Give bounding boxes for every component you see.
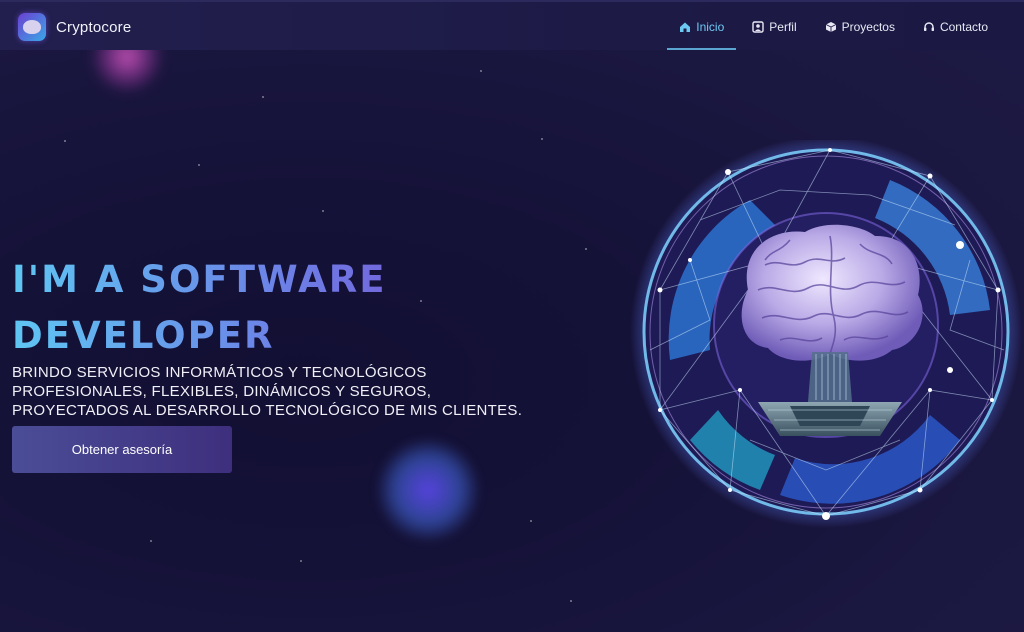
nav-item-label: Contacto	[939, 20, 988, 34]
get-advice-button[interactable]: Obtener asesoría	[12, 426, 232, 473]
nav-item-contacto[interactable]: Contacto	[909, 2, 1002, 52]
brand[interactable]: Cryptocore	[18, 13, 131, 41]
brand-name: Cryptocore	[56, 18, 132, 36]
nav-item-label: Perfil	[769, 20, 797, 34]
nav-item-inicio[interactable]: Inicio	[665, 2, 738, 52]
hero-description: BRINDO SERVICIOS INFORMÁTICOS Y TECNOLÓG…	[12, 363, 572, 420]
nav-item-label: Inicio	[696, 20, 725, 34]
nav-item-label: Proyectos	[841, 20, 895, 34]
hero-description-line-3: PROYECTADOS AL DESARROLLO TECNOLÓGICO DE…	[12, 402, 523, 419]
hero-title-line-2: DEVELOPER	[12, 308, 472, 364]
hero-title-line-1: I'M A SOFTWARE	[12, 252, 472, 308]
top-navbar: Cryptocore Inicio Perfil Proyectos Conta…	[0, 0, 1024, 50]
hero-description-line-2: PROFESIONALES, FLEXIBLES, DINÁMICOS Y SE…	[12, 383, 432, 400]
nav-item-proyectos[interactable]: Proyectos	[811, 2, 909, 52]
hero-description-line-1: BRINDO SERVICIOS INFORMÁTICOS Y TECNOLÓG…	[12, 364, 427, 381]
headset-icon	[923, 22, 934, 31]
home-icon	[680, 22, 691, 32]
cube-icon	[825, 22, 836, 32]
brain-chip-logo-icon	[18, 13, 46, 41]
nav-item-perfil[interactable]: Perfil	[738, 2, 810, 52]
main-nav: Inicio Perfil Proyectos Contacto	[665, 2, 1002, 52]
blue-glow-orb	[378, 440, 478, 540]
hero-title: I'M A SOFTWARE DEVELOPER	[12, 252, 472, 364]
user-card-icon	[752, 21, 764, 33]
brain-chip-sphere-illustration	[630, 140, 1024, 530]
